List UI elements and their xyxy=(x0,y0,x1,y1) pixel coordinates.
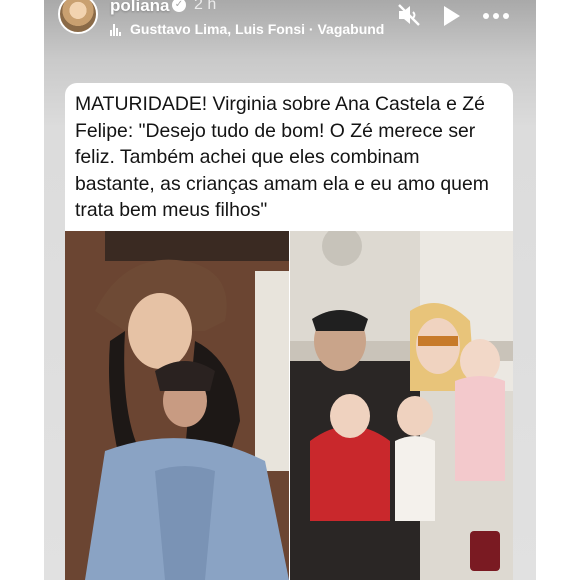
play-icon[interactable] xyxy=(440,4,462,28)
avatar[interactable] xyxy=(58,0,98,34)
username[interactable]: poliana xyxy=(110,0,170,16)
story-header: poliana ✓ 2 h Gusttavo Lima, Luis Fonsi … xyxy=(44,0,536,44)
more-icon[interactable] xyxy=(480,4,512,28)
post-caption: MATURIDADE! Virginia sobre Ana Castela e… xyxy=(65,83,513,231)
music-label[interactable]: Gusttavo Lima, Luis Fonsi · Vagabund xyxy=(130,21,384,37)
music-icon xyxy=(110,22,122,36)
verified-badge-icon: ✓ xyxy=(172,0,186,12)
post-image xyxy=(65,231,513,580)
family-photo xyxy=(290,231,513,580)
post-time: 2 h xyxy=(194,0,217,13)
mute-icon[interactable] xyxy=(396,2,422,28)
couple-photo xyxy=(65,231,289,580)
